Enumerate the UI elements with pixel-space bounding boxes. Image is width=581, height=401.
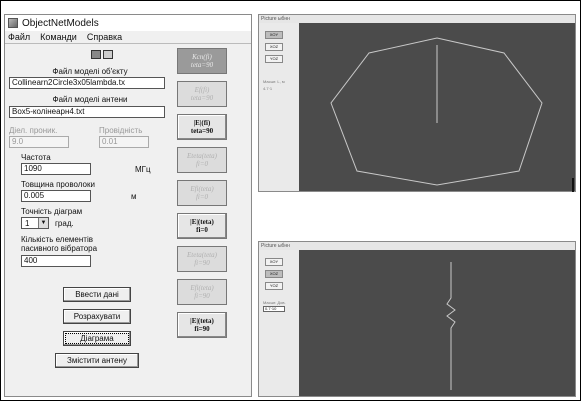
plot-window-bottom: Picture ыбнн XOY XOZ YOZ Масшт. Дов. 0.7… — [258, 241, 576, 397]
window-title: ObjectNetModels — [22, 17, 99, 29]
elements-count-input[interactable]: 400 — [21, 255, 91, 267]
plot-top-drawing — [330, 37, 543, 186]
diagram-type-label-func: Eteta(teta) — [187, 152, 217, 160]
calculate-button[interactable]: Розрахувати — [63, 309, 131, 324]
diagram-type-button-0[interactable]: Ксп(fi) teta=90 — [177, 48, 227, 74]
diagram-type-label-func: |E|(teta) — [190, 317, 214, 325]
plot-bottom-scale-input[interactable]: 0.7·10 — [263, 306, 285, 312]
diagram-accuracy-label: Точність діаграм — [21, 207, 83, 216]
menu-bar: Файл Команди Справка — [5, 31, 251, 44]
elements-count-label-2: пасивного вібратора — [21, 244, 98, 253]
plot-bottom-view-xoz[interactable]: XOZ — [265, 270, 283, 278]
wire-thickness-unit: м — [131, 192, 137, 201]
chevron-down-icon[interactable]: ▼ — [38, 218, 48, 228]
diagram-accuracy-value: 1 — [25, 218, 30, 228]
scrollbar-mark — [572, 178, 574, 192]
plot-top-view-xoy[interactable]: XOY — [265, 31, 283, 39]
diagram-accuracy-unit: град. — [55, 219, 74, 228]
antenna-model-label: Файл моделі антени — [52, 95, 128, 104]
diagram-type-button-5[interactable]: |E|(teta) fi=0 — [177, 213, 227, 239]
plot-top-view-yoz[interactable]: YOZ — [265, 55, 283, 63]
diagram-type-label-angle: fi=90 — [194, 259, 210, 267]
diagram-type-label-func: Eteta(teta) — [187, 251, 217, 259]
menu-commands[interactable]: Команди — [40, 32, 77, 42]
frequency-label: Частота — [21, 153, 51, 162]
main-window: ObjectNetModels Файл Команди Справка Фай… — [4, 14, 252, 397]
diagram-type-button-2[interactable]: |E|(fi) teta=90 — [177, 114, 227, 140]
diagram-type-button-7[interactable]: Efi(teta) fi=90 — [177, 279, 227, 305]
diagram-buttons-column: Ксп(fi) teta=90 Ef(fi) teta=90 |E|(fi) teta=9… — [177, 48, 227, 344]
object-model-input[interactable]: Collinearn2Circle3x05lambda.tx — [9, 77, 165, 89]
plot-bottom-view-yoz[interactable]: YOZ — [265, 282, 283, 290]
plot-bottom-drawing — [446, 262, 456, 390]
object-model-label: Файл моделі об'єкту — [52, 67, 128, 76]
plot-top-canvas — [299, 23, 575, 191]
shift-antenna-button[interactable]: Змістити антену — [55, 353, 139, 368]
plot-top-sidebar: XOY XOZ YOZ Масшт. L, м 4.7·1 — [259, 23, 299, 191]
diagram-type-label-angle: fi=0 — [196, 226, 208, 234]
antenna-wire-trace — [446, 262, 456, 390]
dielectric-input[interactable]: 9.0 — [9, 136, 69, 148]
plot-bottom-scale-label: Масшт. Дов. — [263, 300, 286, 305]
plot-bottom-title: Picture ыбнн — [261, 243, 290, 249]
menu-help[interactable]: Справка — [87, 32, 122, 42]
diagram-type-button-4[interactable]: Efi(teta) fi=0 — [177, 180, 227, 206]
plot-top-scale-value: 4.7·1 — [263, 86, 273, 91]
plot-bottom-view-xoy[interactable]: XOY — [265, 258, 283, 266]
frequency-unit: МГц — [135, 165, 151, 174]
plot-bottom-sidebar: XOY XOZ YOZ Масшт. Дов. 0.7·10 — [259, 250, 299, 396]
parameters-panel: Файл моделі об'єкту Collinearn2Circle3x0… — [7, 47, 173, 395]
conductivity-label: Провідність — [99, 126, 143, 135]
diagram-type-label-func: Ксп(fi) — [192, 53, 212, 61]
diagram-accuracy-select[interactable]: 1 ▼ — [21, 217, 49, 229]
diagram-type-button-6[interactable]: Eteta(teta) fi=90 — [177, 246, 227, 272]
title-bar: ObjectNetModels — [5, 15, 251, 31]
diagram-type-label-angle: teta=90 — [190, 61, 214, 69]
diagram-type-label-func: |E|(teta) — [190, 218, 214, 226]
diagram-type-label-angle: teta=90 — [190, 94, 214, 102]
diagram-type-button-1[interactable]: Ef(fi) teta=90 — [177, 81, 227, 107]
diagram-type-label-func: Efi(teta) — [190, 284, 214, 292]
elements-count-label-1: Кількість елементів — [21, 235, 93, 244]
plot-window-top: Picture ыбнн XOY XOZ YOZ Масшт. L, м 4.7… — [258, 14, 576, 192]
diagram-type-button-8[interactable]: |E|(teta) fi=90 — [177, 312, 227, 338]
dielectric-label: Діел. проник. — [9, 126, 58, 135]
antenna-model-input[interactable]: Box5-колінеарн4.txt — [9, 106, 165, 118]
frequency-input[interactable]: 1090 — [21, 163, 91, 175]
wire-thickness-input[interactable]: 0.005 — [21, 190, 91, 202]
diagram-type-label-angle: teta=90 — [190, 127, 214, 135]
menu-file[interactable]: Файл — [8, 32, 30, 42]
diagram-type-label-angle: fi=0 — [195, 160, 209, 168]
diagram-type-label-angle: fi=90 — [194, 325, 210, 333]
diagram-type-label-func: Efi(teta) — [190, 185, 214, 193]
diagram-type-label-func: Ef(fi) — [194, 86, 210, 94]
plot-top-title: Picture ыбнн — [261, 16, 290, 22]
app-icon — [8, 18, 18, 28]
diagram-type-label-angle: fi=0 — [195, 193, 209, 201]
mode-button-light[interactable] — [103, 50, 113, 59]
plot-top-scale-label: Масшт. L, м — [263, 79, 285, 84]
wire-thickness-label: Товщина проволоки — [21, 180, 95, 189]
conductivity-input[interactable]: 0.01 — [99, 136, 149, 148]
plot-bottom-canvas — [299, 250, 575, 396]
diagram-type-button-3[interactable]: Eteta(teta) fi=0 — [177, 147, 227, 173]
diagram-button[interactable]: Діаграма — [63, 331, 131, 346]
plot-top-view-xoz[interactable]: XOZ — [265, 43, 283, 51]
mode-toggle — [91, 50, 113, 59]
enter-data-button[interactable]: Ввести дані — [63, 287, 131, 302]
mode-button-dark[interactable] — [91, 50, 101, 59]
diagram-type-label-func: |E|(fi) — [193, 119, 211, 127]
diagram-type-label-angle: fi=90 — [194, 292, 210, 300]
